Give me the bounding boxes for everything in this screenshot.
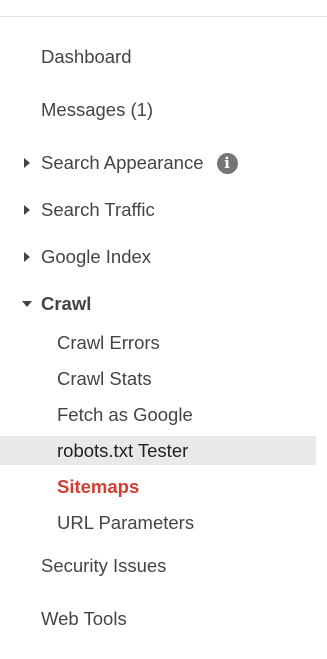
nav-subitem-fetch-as-google[interactable]: Fetch as Google [0,401,316,429]
nav-subitem-fetch-as-google-label: Fetch as Google [57,404,193,425]
nav-item-crawl-label: Crawl [41,293,92,314]
nav-item-web-tools-label: Web Tools [41,608,127,629]
nav-subitem-crawl-stats-label: Crawl Stats [57,368,152,389]
nav-item-google-index[interactable]: Google Index [0,243,316,271]
nav-item-dashboard[interactable]: Dashboard [0,43,316,71]
nav-item-web-tools[interactable]: Web Tools [0,605,316,633]
nav-item-search-traffic[interactable]: Search Traffic [0,196,316,224]
nav-item-security-issues[interactable]: Security Issues [0,552,316,580]
nav-subitem-url-parameters[interactable]: URL Parameters [0,509,316,537]
caret-right-icon [22,243,41,271]
nav-subitem-robots-txt-tester-label: robots.txt Tester [57,439,189,461]
nav-item-google-index-label: Google Index [41,246,152,267]
caret-right-icon [22,149,41,177]
nav-item-search-appearance-label: Search Appearance [41,152,204,173]
nav-subitem-sitemaps[interactable]: Sitemaps [0,473,316,501]
sidebar-nav: Dashboard Messages (1) Search Appearance… [0,0,327,659]
caret-right-icon [22,196,41,224]
nav-item-messages-label: Messages (1) [41,99,154,120]
caret-down-icon [22,290,41,318]
nav-subitem-url-parameters-label: URL Parameters [57,512,195,533]
nav-item-search-traffic-label: Search Traffic [41,199,155,220]
nav-item-crawl[interactable]: Crawl [0,290,316,318]
nav-subitem-robots-txt-tester[interactable]: robots.txt Tester [0,436,316,465]
nav-subitem-crawl-stats[interactable]: Crawl Stats [0,365,316,393]
nav-subitem-sitemaps-label: Sitemaps [57,476,140,497]
nav-item-security-issues-label: Security Issues [41,555,167,576]
info-icon[interactable]: i [216,152,238,174]
nav-subitem-crawl-errors-label: Crawl Errors [57,332,160,353]
nav-item-dashboard-label: Dashboard [41,46,132,67]
nav-item-search-appearance[interactable]: Search Appearance i [0,149,316,177]
nav-item-messages[interactable]: Messages (1) [0,96,316,124]
nav-subitem-crawl-errors[interactable]: Crawl Errors [0,329,316,357]
